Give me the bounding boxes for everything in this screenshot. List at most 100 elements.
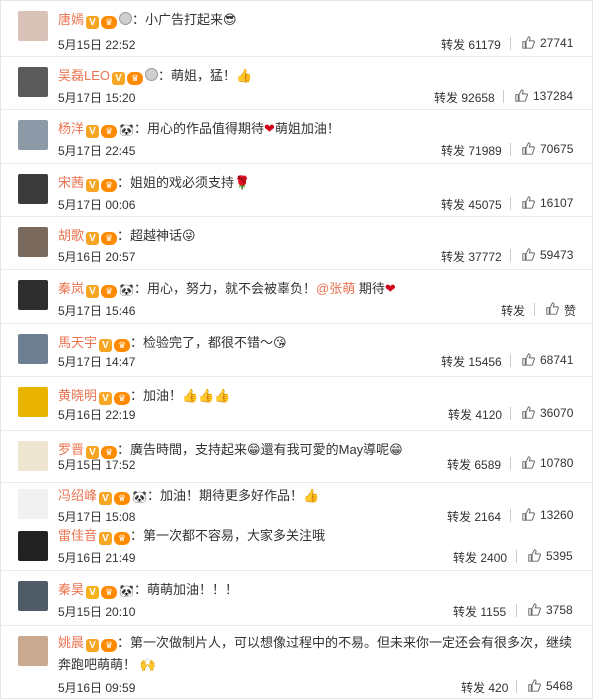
username-link[interactable]: 秦岚: [58, 281, 84, 296]
repost-label: 转发: [447, 510, 472, 524]
divider: [534, 303, 535, 316]
like-count: 16107: [540, 196, 574, 210]
thumbs-up-icon[interactable]: [528, 549, 541, 562]
verified-icon: V: [86, 232, 100, 245]
username-link[interactable]: 黄晓明: [58, 388, 97, 403]
repost-button[interactable]: 转发 37772: [441, 248, 502, 265]
repost-count: 61179: [468, 38, 501, 52]
username-link[interactable]: 馬天宇: [58, 335, 97, 350]
verified-icon: V: [86, 285, 100, 298]
vip-icon: ♛: [101, 179, 118, 192]
thumbs-up-icon[interactable]: [546, 302, 559, 315]
repost-count: 45075: [468, 198, 502, 212]
timestamp: 5月15日 22:52: [58, 38, 136, 52]
rose-icon: 🌹: [234, 175, 251, 190]
like-count: 68741: [540, 353, 574, 367]
thumbs-up-icon[interactable]: [522, 248, 535, 261]
username-link[interactable]: 雷佳音: [58, 528, 97, 543]
panda-icon: 🐼: [119, 123, 134, 137]
repost-button[interactable]: 转发 61179: [441, 36, 501, 53]
comment-text-line: 馬天宇 V ♛ ：检验完了，都很不错～😘: [58, 334, 580, 352]
repost-button[interactable]: 转发 92658: [434, 89, 495, 106]
repost-button[interactable]: 转发 6589: [447, 456, 501, 473]
comment-item: 雷佳音 V ♛ ：第一次都不容易，大家多关注哦 5月16日 21:49 转发 2400…: [1, 525, 592, 571]
username-link[interactable]: 吴磊LEO: [58, 68, 110, 83]
avatar[interactable]: [18, 387, 48, 417]
repost-count: 1155: [480, 605, 507, 619]
comment-item: 黄晓明 V ♛ ：加油！👍👍👍 5月16日 22:19 转发 4120 36070: [1, 377, 592, 431]
mention-link[interactable]: @张萌: [316, 281, 355, 296]
colon: ：: [117, 442, 131, 457]
verified-icon: V: [99, 392, 113, 405]
avatar[interactable]: [18, 120, 48, 150]
repost-button[interactable]: 转发 1155: [453, 603, 506, 620]
comment-text-line: 宋茜 V ♛ ：姐姐的戏必须支持🌹: [58, 174, 580, 192]
comment-item: 唐嫣 V ♛ ：小广告打起来😎 5月15日 22:52 转发 61179 27741: [1, 1, 592, 57]
avatar[interactable]: [18, 280, 48, 310]
timestamp: 5月16日 21:49: [58, 551, 136, 565]
verified-icon: V: [86, 586, 100, 599]
repost-button[interactable]: 转发 71989: [441, 142, 502, 159]
avatar[interactable]: [18, 334, 48, 364]
timestamp: 5月15日 17:52: [58, 458, 136, 472]
repost-button[interactable]: 转发 4120: [448, 406, 502, 423]
like-count: 5468: [546, 679, 573, 693]
divider: [503, 90, 504, 103]
thumbs-up-icon[interactable]: [522, 142, 535, 155]
repost-button[interactable]: 转发 15456: [441, 353, 502, 370]
repost-count: 420: [488, 681, 509, 695]
emoji: 😜: [182, 228, 196, 243]
avatar[interactable]: [18, 227, 48, 257]
username-link[interactable]: 冯绍峰: [58, 488, 97, 503]
colon: ：: [133, 281, 147, 296]
colon: ：: [117, 228, 131, 243]
avatar[interactable]: [18, 441, 48, 471]
comment-text-line: 罗晋 V ♛ ：廣告時間，支持起来😁還有我可愛的May導呢😁: [58, 441, 580, 459]
repost-label: 转发: [461, 681, 486, 695]
repost-label: 转发: [441, 144, 466, 158]
comment-text-line: 黄晓明 V ♛ ：加油！👍👍👍: [58, 387, 580, 405]
thumbs-up-icon[interactable]: [522, 508, 535, 521]
avatar[interactable]: [18, 636, 48, 666]
repost-button[interactable]: 转发 2400: [453, 549, 507, 566]
repost-button[interactable]: 转发 45075: [441, 196, 502, 213]
repost-button[interactable]: 转发: [501, 302, 525, 319]
thumbs-up-icon[interactable]: [522, 196, 535, 209]
username-link[interactable]: 秦昊: [58, 582, 84, 597]
username-link[interactable]: 宋茜: [58, 175, 84, 190]
avatar[interactable]: [18, 581, 48, 611]
thumbs-up-icon[interactable]: [515, 89, 528, 102]
thumbs-up-icon[interactable]: [528, 603, 541, 616]
thumbs-up-icon[interactable]: [522, 353, 535, 366]
comment-text: 廣告時間，支持起来: [130, 442, 248, 457]
avatar[interactable]: [18, 174, 48, 204]
divider: [516, 604, 517, 617]
divider: [510, 407, 511, 420]
comment-text: 第一次做制片人，可以想像过程中的不易。但未来你一定还会有很多次，继续奔跑吧萌萌！: [58, 635, 573, 672]
thumbs-up-icon[interactable]: [522, 406, 535, 419]
avatar[interactable]: [18, 11, 48, 41]
avatar[interactable]: [18, 531, 48, 561]
vip-icon: ♛: [101, 16, 118, 29]
username-link[interactable]: 胡歌: [58, 228, 84, 243]
timestamp: 5月17日 00:06: [58, 198, 136, 212]
thumbs-up-icon[interactable]: [522, 36, 535, 49]
repost-button[interactable]: 转发 420: [461, 679, 508, 696]
comment-text-2: 還有我可愛的May導呢: [260, 442, 390, 457]
avatar[interactable]: [18, 489, 48, 519]
vip-icon: ♛: [101, 125, 118, 138]
username-link[interactable]: 杨洋: [58, 121, 84, 136]
thumbs-up-icon[interactable]: [528, 679, 541, 692]
like-count: 5395: [546, 549, 573, 563]
thumbs-up-icon[interactable]: [522, 456, 535, 469]
panda-icon: 🐼: [119, 283, 134, 297]
like-count: 27741: [540, 36, 574, 50]
username-link[interactable]: 姚晨: [58, 635, 84, 650]
avatar[interactable]: [18, 67, 48, 97]
username-link[interactable]: 唐嫣: [58, 12, 84, 27]
repost-count: 6589: [474, 458, 502, 472]
repost-button[interactable]: 转发 2164: [447, 508, 501, 525]
comment-item: 秦昊 V ♛ 🐼：萌萌加油！！！ 5月15日 20:10 转发 1155 3758: [1, 571, 592, 626]
comment-text-line: 冯绍峰 V ♛ 🐼：加油！期待更多好作品！👍: [58, 487, 580, 506]
username-link[interactable]: 罗晋: [58, 442, 84, 457]
